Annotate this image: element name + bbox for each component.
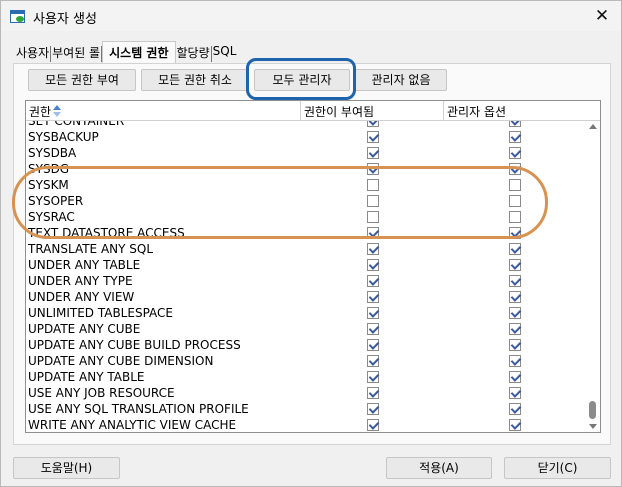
granted-checkbox[interactable]	[367, 147, 379, 159]
admin-option-checkbox[interactable]	[509, 275, 521, 287]
admin-option-checkbox[interactable]	[509, 355, 521, 367]
table-row[interactable]: SYSDBA	[26, 145, 586, 161]
privileges-table: 권한 권한이 부여됨 관리자 옵션 SET CONTAINER SYSBACKUP…	[25, 100, 601, 433]
column-divider	[300, 101, 301, 121]
admin-option-checkbox[interactable]	[509, 387, 521, 399]
admin-option-checkbox[interactable]	[509, 243, 521, 255]
privilege-name: UPDATE ANY CUBE DIMENSION	[28, 354, 214, 368]
table-row[interactable]: UPDATE ANY CUBE DIMENSION	[26, 353, 586, 369]
column-divider	[443, 101, 444, 121]
admin-option-checkbox[interactable]	[509, 403, 521, 415]
tab-granted-roles[interactable]: 부여된 롤	[51, 43, 101, 63]
privilege-name: SYSDBA	[28, 146, 77, 160]
title-bar: 사용자 생성 ✕	[1, 1, 621, 31]
table-row[interactable]: UPDATE ANY CUBE	[26, 321, 586, 337]
tab-bar: 사용자 부여된 롤 시스템 권한 할당량 SQL	[15, 41, 238, 63]
granted-checkbox[interactable]	[367, 339, 379, 351]
admin-option-checkbox[interactable]	[509, 259, 521, 271]
granted-checkbox[interactable]	[367, 307, 379, 319]
granted-checkbox[interactable]	[367, 121, 379, 127]
admin-option-checkbox[interactable]	[509, 291, 521, 303]
table-header: 권한 권한이 부여됨 관리자 옵션	[26, 101, 600, 121]
tab-user[interactable]: 사용자	[15, 43, 50, 63]
granted-checkbox[interactable]	[367, 323, 379, 335]
admin-option-checkbox[interactable]	[509, 121, 521, 127]
admin-option-checkbox[interactable]	[509, 131, 521, 143]
admin-option-checkbox[interactable]	[509, 147, 521, 159]
table-row[interactable]: UNDER ANY TABLE	[26, 257, 586, 273]
annotation-highlight-unchecked-rows	[12, 166, 548, 239]
granted-checkbox[interactable]	[367, 259, 379, 271]
privilege-name: SYSBACKUP	[28, 130, 99, 144]
vertical-scrollbar[interactable]	[586, 121, 600, 432]
scroll-down-icon[interactable]	[589, 424, 597, 429]
scroll-thumb[interactable]	[589, 401, 596, 419]
admin-option-checkbox[interactable]	[509, 339, 521, 351]
no-admin-button[interactable]: 관리자 없음	[355, 69, 447, 91]
table-row[interactable]: UPDATE ANY CUBE BUILD PROCESS	[26, 337, 586, 353]
privilege-name: TRANSLATE ANY SQL	[28, 242, 154, 256]
sort-ascending-icon	[53, 105, 62, 117]
help-button[interactable]: 도움말(H)	[13, 457, 120, 479]
grant-all-button[interactable]: 모든 권한 부여	[28, 69, 136, 91]
privilege-name: USE ANY SQL TRANSLATION PROFILE	[28, 402, 249, 416]
privilege-name: SET CONTAINER	[28, 121, 125, 128]
granted-checkbox[interactable]	[367, 275, 379, 287]
table-row[interactable]: SYSBACKUP	[26, 129, 586, 145]
admin-option-checkbox[interactable]	[509, 307, 521, 319]
admin-option-checkbox[interactable]	[509, 419, 521, 431]
granted-checkbox[interactable]	[367, 291, 379, 303]
close-icon[interactable]: ✕	[591, 5, 613, 27]
table-row[interactable]: USE ANY SQL TRANSLATION PROFILE	[26, 401, 586, 417]
granted-checkbox[interactable]	[367, 419, 379, 431]
create-user-dialog: 사용자 생성 ✕ 사용자 부여된 롤 시스템 권한 할당량 SQL 모든 권한 …	[0, 0, 622, 487]
table-row[interactable]: USE ANY JOB RESOURCE	[26, 385, 586, 401]
privilege-name: UNDER ANY TYPE	[28, 274, 133, 288]
revoke-all-button[interactable]: 모든 권한 취소	[141, 69, 249, 91]
admin-option-checkbox[interactable]	[509, 323, 521, 335]
privilege-name: UPDATE ANY CUBE	[28, 322, 141, 336]
close-button[interactable]: 닫기(C)	[504, 457, 611, 479]
column-header-privilege[interactable]: 권한	[29, 103, 62, 120]
privilege-name: UNDER ANY TABLE	[28, 258, 141, 272]
column-header-granted[interactable]: 권한이 부여됨	[304, 103, 374, 120]
privilege-name: USE ANY JOB RESOURCE	[28, 386, 175, 400]
admin-option-checkbox[interactable]	[509, 371, 521, 383]
privilege-name: UNDER ANY VIEW	[28, 290, 135, 304]
apply-button[interactable]: 적용(A)	[386, 457, 492, 479]
table-row[interactable]: UNDER ANY VIEW	[26, 289, 586, 305]
granted-checkbox[interactable]	[367, 243, 379, 255]
table-row[interactable]: UPDATE ANY TABLE	[26, 369, 586, 385]
privilege-name: UPDATE ANY CUBE BUILD PROCESS	[28, 338, 241, 352]
table-row[interactable]: UNLIMITED TABLESPACE	[26, 305, 586, 321]
table-row[interactable]: TRANSLATE ANY SQL	[26, 241, 586, 257]
annotation-highlight-all-admin	[246, 58, 356, 100]
privilege-name: UPDATE ANY TABLE	[28, 370, 145, 384]
tab-quotas[interactable]: 할당량	[176, 43, 211, 63]
privilege-name: UNLIMITED TABLESPACE	[28, 306, 173, 320]
tab-system-privileges[interactable]: 시스템 권한	[102, 41, 176, 63]
table-row[interactable]: WRITE ANY ANALYTIC VIEW CACHE	[26, 417, 586, 432]
table-row[interactable]: SET CONTAINER	[26, 121, 586, 129]
granted-checkbox[interactable]	[367, 371, 379, 383]
privilege-name: WRITE ANY ANALYTIC VIEW CACHE	[28, 418, 237, 432]
granted-checkbox[interactable]	[367, 131, 379, 143]
granted-checkbox[interactable]	[367, 403, 379, 415]
granted-checkbox[interactable]	[367, 387, 379, 399]
window-title: 사용자 생성	[33, 12, 97, 27]
column-header-admin-option[interactable]: 관리자 옵션	[447, 103, 506, 120]
table-row[interactable]: UNDER ANY TYPE	[26, 273, 586, 289]
column-header-privilege-label: 권한	[29, 105, 52, 119]
tab-sql[interactable]: SQL	[212, 43, 238, 63]
app-icon	[10, 10, 25, 23]
scroll-up-icon[interactable]	[589, 124, 597, 129]
granted-checkbox[interactable]	[367, 355, 379, 367]
